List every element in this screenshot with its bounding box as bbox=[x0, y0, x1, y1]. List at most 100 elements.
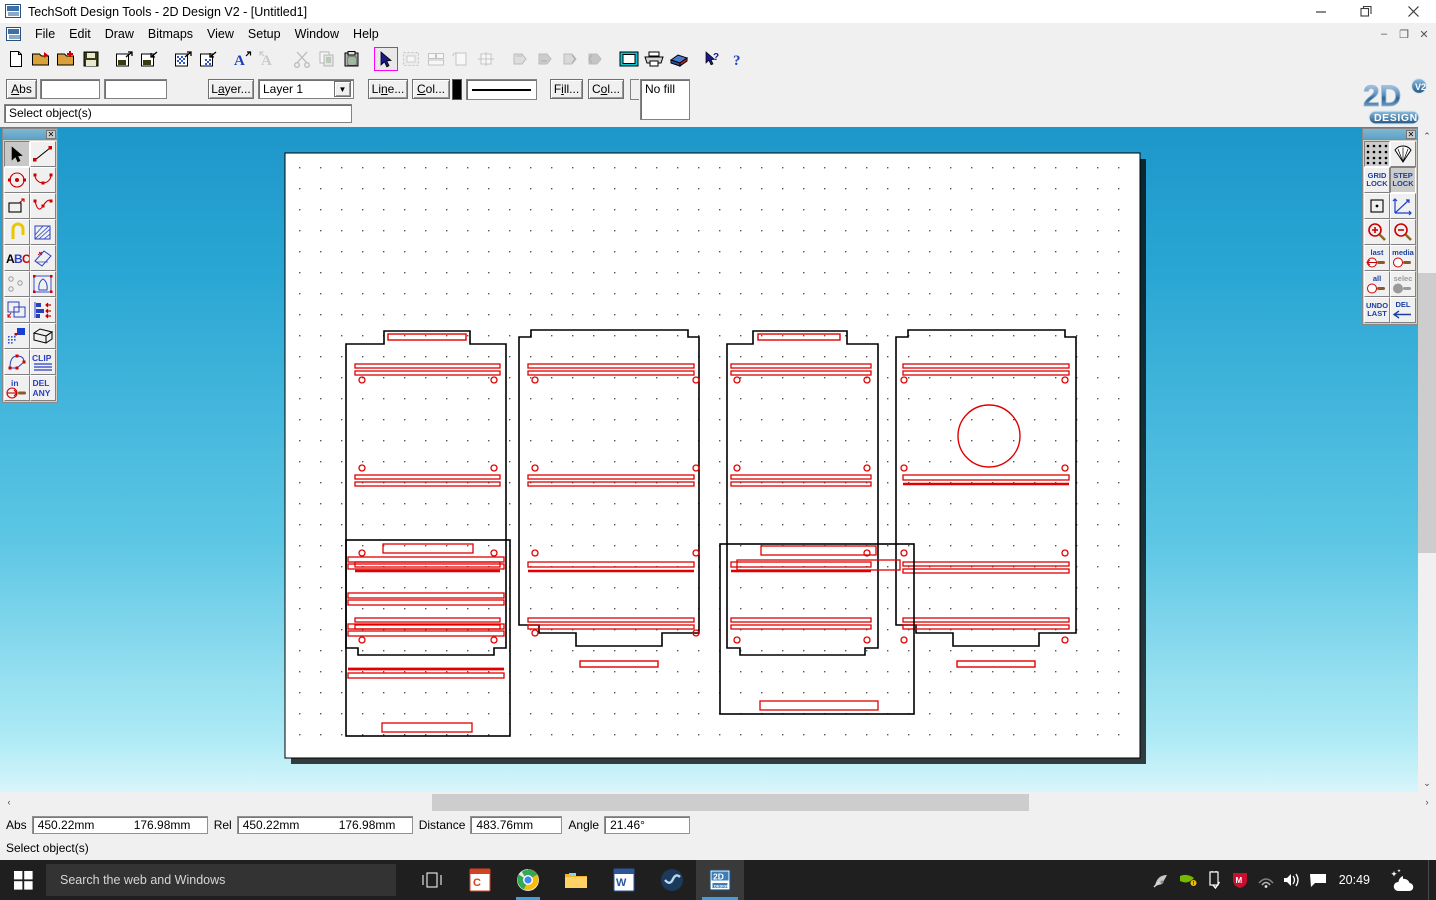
layer-back-icon[interactable] bbox=[533, 47, 557, 71]
zoom-in-button[interactable] bbox=[1364, 219, 1390, 245]
mdi-close-button[interactable]: ✕ bbox=[1414, 25, 1434, 43]
tool-rectangle[interactable] bbox=[4, 193, 30, 219]
tool-node-edit[interactable] bbox=[4, 349, 30, 375]
layer-backward-icon[interactable] bbox=[583, 47, 607, 71]
zoom-select-button[interactable]: selec bbox=[1390, 271, 1416, 297]
close-icon[interactable]: ✕ bbox=[1406, 129, 1416, 139]
tool-curve[interactable] bbox=[30, 193, 56, 219]
line-colour-swatch[interactable] bbox=[452, 79, 462, 100]
tool-delete-any[interactable]: DEL ANY bbox=[30, 375, 56, 401]
bitmap-out-icon[interactable] bbox=[172, 47, 196, 71]
horizontal-scrollbar[interactable]: ‹ › bbox=[0, 792, 1436, 812]
mdi-minimize-button[interactable]: – bbox=[1374, 25, 1394, 43]
satellite-dish-icon[interactable] bbox=[1149, 860, 1175, 900]
restore-icon[interactable] bbox=[1344, 0, 1390, 23]
plotter-icon[interactable] bbox=[667, 47, 691, 71]
dashed-selection-icon[interactable] bbox=[399, 47, 423, 71]
copy-icon[interactable] bbox=[315, 47, 339, 71]
layer-front-icon[interactable] bbox=[508, 47, 532, 71]
axes-button[interactable] bbox=[1390, 193, 1416, 219]
menu-item-bitmaps[interactable]: Bitmaps bbox=[141, 25, 200, 44]
save-arrow-out-icon[interactable] bbox=[113, 47, 137, 71]
tool-select[interactable] bbox=[4, 141, 30, 167]
zoom-all-button[interactable]: all bbox=[1364, 271, 1390, 297]
minimize-icon[interactable] bbox=[1298, 0, 1344, 23]
powerpoint-taskbar-button[interactable]: C bbox=[456, 860, 504, 900]
tool-line[interactable] bbox=[30, 141, 56, 167]
palette-titlebar[interactable]: ✕ bbox=[3, 129, 57, 140]
scissors-icon[interactable] bbox=[290, 47, 314, 71]
tool-grid-fill[interactable] bbox=[4, 323, 30, 349]
layer-forward-icon[interactable] bbox=[558, 47, 582, 71]
layer-select[interactable]: Layer 1 ▼ bbox=[258, 79, 354, 99]
tool-arc[interactable] bbox=[30, 167, 56, 193]
drawing-canvas[interactable] bbox=[0, 127, 1436, 792]
menu-item-file[interactable]: File bbox=[28, 25, 62, 44]
undo-last-button[interactable]: UNDO LAST bbox=[1364, 297, 1390, 323]
tool-circle[interactable] bbox=[4, 167, 30, 193]
single-point-button[interactable] bbox=[1364, 193, 1390, 219]
line-settings-button[interactable]: Li n e... bbox=[368, 79, 408, 99]
task-view-button[interactable] bbox=[408, 860, 456, 900]
tool-dimension[interactable] bbox=[30, 245, 56, 271]
folder-plus-icon[interactable] bbox=[54, 47, 78, 71]
tool-text[interactable]: ABC bbox=[4, 245, 30, 271]
search-input[interactable]: Search the web and Windows bbox=[46, 864, 396, 896]
scroll-up-icon[interactable]: ⌃ bbox=[1418, 127, 1436, 145]
night-cloud-icon[interactable] bbox=[1382, 860, 1428, 900]
chrome-taskbar-button[interactable] bbox=[504, 860, 552, 900]
tool-align[interactable] bbox=[30, 297, 56, 323]
grid-display-button[interactable] bbox=[1364, 141, 1390, 167]
move-object-icon[interactable] bbox=[474, 47, 498, 71]
printer-icon[interactable] bbox=[642, 47, 666, 71]
steam-taskbar-button[interactable] bbox=[648, 860, 696, 900]
zoom-media-button[interactable]: media bbox=[1390, 245, 1416, 271]
tool-transform[interactable] bbox=[30, 271, 56, 297]
fill-colour-swatch[interactable] bbox=[630, 79, 639, 100]
text-out-icon[interactable]: A bbox=[231, 47, 255, 71]
2d-design-taskbar-button[interactable]: 2D DESIGN bbox=[696, 860, 744, 900]
notification-icon[interactable] bbox=[1305, 860, 1331, 900]
floppy-save-icon[interactable] bbox=[79, 47, 103, 71]
taskbar-clock[interactable]: 20:49 bbox=[1331, 860, 1382, 900]
screen-preview-icon[interactable] bbox=[617, 47, 641, 71]
arrow-question-icon[interactable]: ? bbox=[701, 47, 725, 71]
tool-copy-shape[interactable] bbox=[4, 297, 30, 323]
rotate-object-icon[interactable] bbox=[449, 47, 473, 71]
new-document-icon[interactable] bbox=[4, 47, 28, 71]
menu-item-help[interactable]: Help bbox=[346, 25, 386, 44]
arrow-cursor-icon[interactable] bbox=[374, 47, 398, 71]
tool-outline[interactable] bbox=[4, 219, 30, 245]
file-explorer-taskbar-button[interactable] bbox=[552, 860, 600, 900]
coord-x-input[interactable] bbox=[40, 79, 100, 99]
bitmap-in-icon[interactable] bbox=[197, 47, 221, 71]
menu-item-setup[interactable]: Setup bbox=[241, 25, 288, 44]
abs-rel-toggle-button[interactable]: AAbsbs bbox=[6, 79, 37, 99]
tool-isometric[interactable] bbox=[30, 323, 56, 349]
tool-hatch[interactable] bbox=[30, 219, 56, 245]
line-style-preview[interactable] bbox=[466, 79, 537, 100]
horizontal-scroll-thumb[interactable] bbox=[432, 794, 1029, 811]
line-colour-button[interactable]: Col... bbox=[412, 79, 450, 99]
open-folder-icon[interactable] bbox=[29, 47, 53, 71]
vertical-scrollbar[interactable]: ⌃ ⌄ bbox=[1418, 127, 1436, 792]
mcafee-shield-icon[interactable]: M bbox=[1227, 860, 1253, 900]
scroll-left-icon[interactable]: ‹ bbox=[0, 792, 18, 812]
menu-item-draw[interactable]: Draw bbox=[98, 25, 141, 44]
word-taskbar-button[interactable]: W bbox=[600, 860, 648, 900]
text-in-icon[interactable]: A bbox=[256, 47, 280, 71]
wifi-icon[interactable] bbox=[1253, 860, 1279, 900]
snap-fan-button[interactable] bbox=[1390, 141, 1416, 167]
fill-style-preview[interactable]: No fill bbox=[640, 79, 690, 120]
vertical-scroll-thumb[interactable] bbox=[1418, 273, 1436, 553]
question-mark-icon[interactable]: ? bbox=[726, 47, 750, 71]
command-prompt-bar[interactable]: Select object(s) bbox=[4, 104, 352, 123]
tool-clip[interactable]: CLIP bbox=[30, 349, 56, 375]
close-icon[interactable] bbox=[1390, 0, 1436, 23]
fill-colour-button[interactable]: Co l... bbox=[588, 79, 624, 99]
group-objects-icon[interactable] bbox=[424, 47, 448, 71]
clipboard-paste-icon[interactable] bbox=[340, 47, 364, 71]
windows-start-icon[interactable] bbox=[0, 860, 46, 900]
menu-item-edit[interactable]: Edit bbox=[62, 25, 98, 44]
chevron-down-icon[interactable]: ▼ bbox=[334, 81, 351, 97]
